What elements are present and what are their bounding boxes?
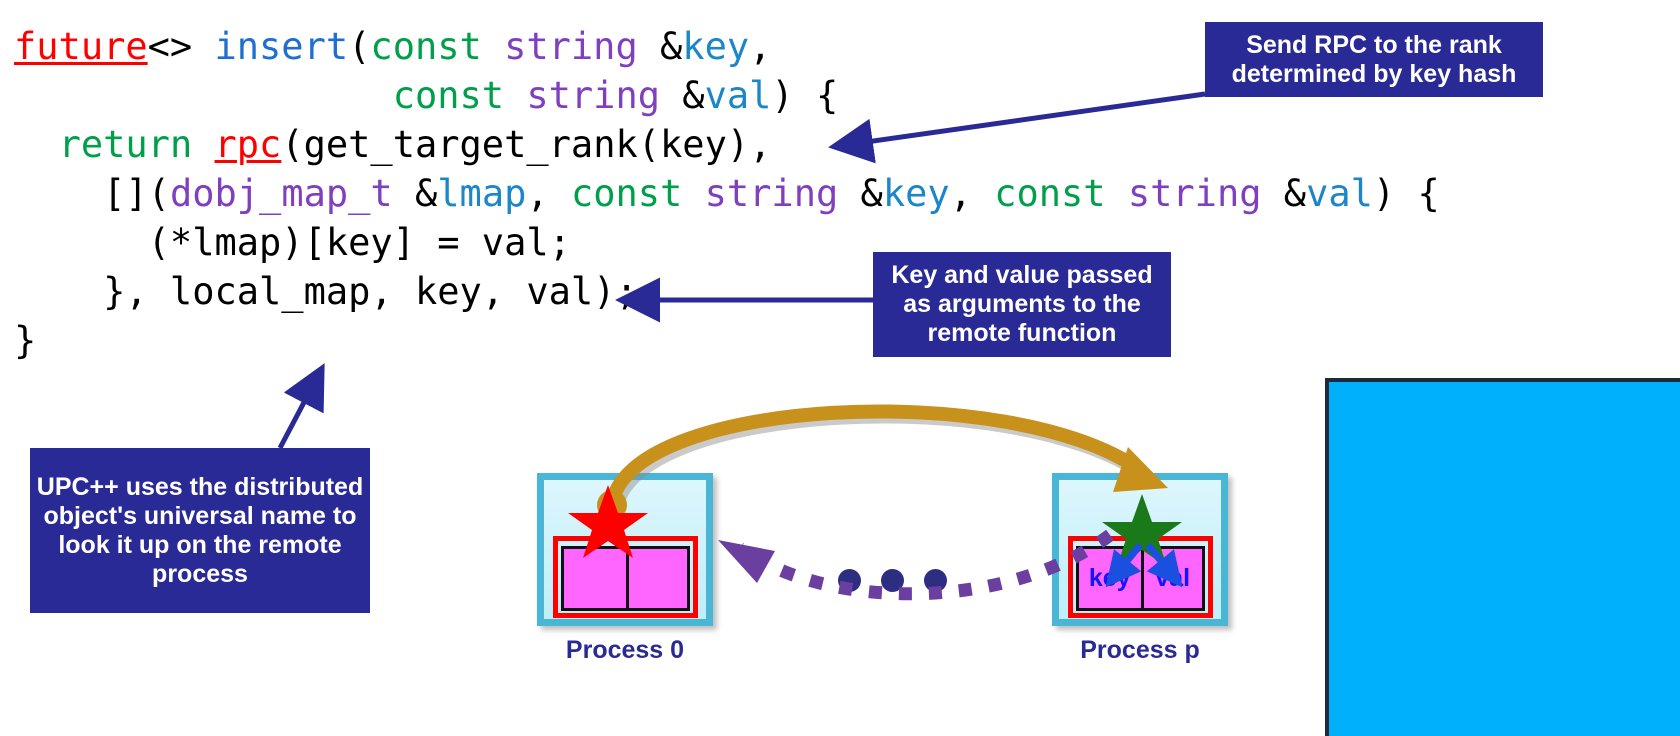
process-p-cell-val: val xyxy=(1140,549,1203,608)
code-token-plain: & xyxy=(860,172,883,215)
code-token-type: string xyxy=(526,74,683,117)
process-p-cell-key: key xyxy=(1088,564,1131,592)
process-0-cells xyxy=(561,546,690,611)
callout-send-rpc: Send RPC to the rank determined by key h… xyxy=(1205,22,1543,97)
code-token-keyword: const xyxy=(392,74,527,117)
code-token-keyword: const xyxy=(570,172,705,215)
process-p-cells: key val xyxy=(1076,546,1205,611)
code-token-api-link[interactable]: rpc xyxy=(215,123,282,166)
code-token-plain: ( xyxy=(348,25,371,68)
code-line: [](dobj_map_t &lmap, const string &key, … xyxy=(14,169,1440,218)
code-line: } xyxy=(14,316,1440,365)
code-token-variable: key xyxy=(882,172,950,215)
code-token-plain: }, local_map, key, val); xyxy=(14,270,638,313)
code-token-keyword: return xyxy=(58,123,215,166)
leader-line-upcxx xyxy=(277,363,325,450)
code-token-type: string xyxy=(704,172,861,215)
code-token-plain: []( xyxy=(14,172,170,215)
code-token-variable: val xyxy=(1306,172,1373,215)
process-p-label: Process p xyxy=(1080,636,1200,664)
code-token-type: string xyxy=(504,25,661,68)
code-token-plain: } xyxy=(14,319,37,362)
callout-key-value-arguments: Key and value passed as arguments to the… xyxy=(873,252,1171,357)
right-cyan-panel xyxy=(1325,378,1680,736)
callout-upcxx-universal-name-text: UPC++ uses the distributed object's univ… xyxy=(36,472,364,588)
code-token-plain: (get_target_rank(key), xyxy=(281,123,772,166)
code-token-plain: , xyxy=(526,172,571,215)
code-token-plain: & xyxy=(660,25,683,68)
callout-key-value-arguments-text: Key and value passed as arguments to the… xyxy=(891,261,1153,347)
code-line: }, local_map, key, val); xyxy=(14,267,1440,316)
process-0-cell-key xyxy=(564,549,626,608)
code-token-plain: , xyxy=(949,172,995,215)
code-token-api-link[interactable]: future xyxy=(14,25,148,68)
code-token-function: insert xyxy=(214,25,349,68)
code-token-plain: ) { xyxy=(1372,172,1440,215)
process-0-cell-val xyxy=(625,549,688,608)
ellipsis-dot-icon xyxy=(924,569,947,592)
code-token-plain: , xyxy=(749,25,772,68)
code-token-type: dobj_map_t xyxy=(169,172,415,215)
code-token-plain: & xyxy=(1283,172,1307,215)
ellipsis-dot-icon xyxy=(838,569,861,592)
code-token-plain: (*lmap)[key] = val; xyxy=(14,221,571,264)
code-line: (*lmap)[key] = val; xyxy=(14,218,1440,267)
code-token-plain: & xyxy=(414,172,438,215)
code-line: return rpc(get_target_rank(key), xyxy=(14,120,1440,169)
ellipsis-dot-icon xyxy=(881,569,904,592)
code-token-variable: lmap xyxy=(437,172,527,215)
code-token-keyword: const xyxy=(370,25,505,68)
code-token-variable: val xyxy=(704,74,772,117)
process-0-label: Process 0 xyxy=(565,636,685,664)
callout-upcxx-universal-name: UPC++ uses the distributed object's univ… xyxy=(30,448,370,613)
callout-send-rpc-text: Send RPC to the rank determined by key h… xyxy=(1231,30,1517,88)
code-token-type: string xyxy=(1127,172,1284,215)
code-token-plain: & xyxy=(682,74,705,117)
code-token-plain: <> xyxy=(147,25,215,68)
code-token-plain: ) { xyxy=(771,74,839,117)
code-token-variable: key xyxy=(682,25,750,68)
code-token-keyword: const xyxy=(994,172,1128,215)
